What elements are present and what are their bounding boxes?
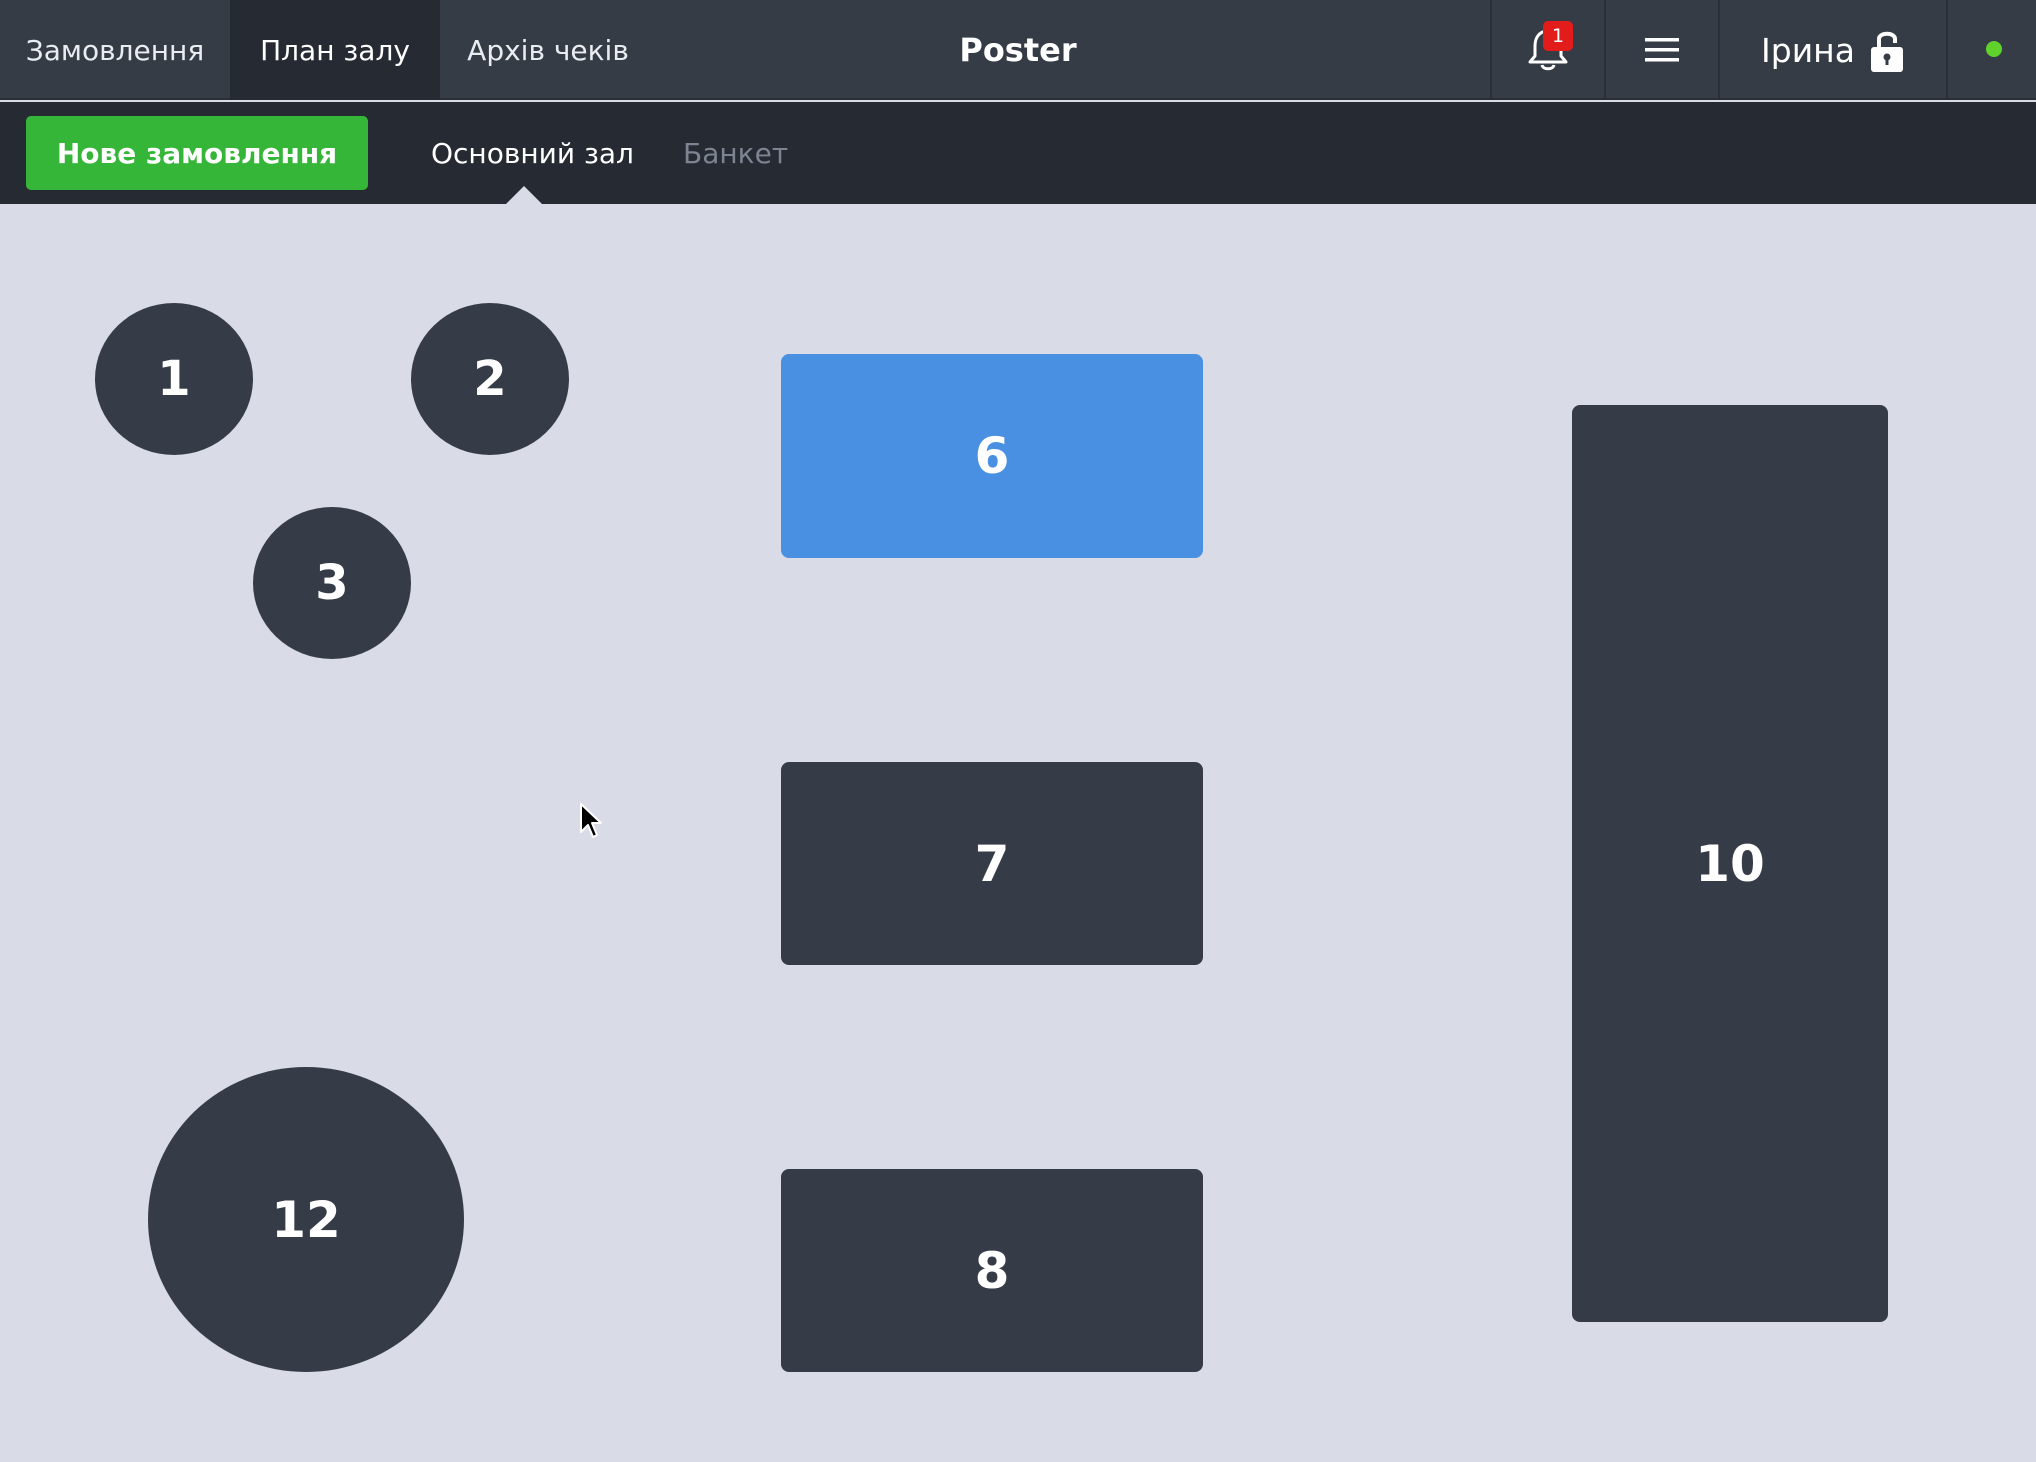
hamburger-menu-icon: [1645, 38, 1679, 62]
table-3[interactable]: 3: [253, 507, 411, 659]
table-10[interactable]: 10: [1572, 405, 1888, 1322]
tab-floor-plan-label: План залу: [260, 33, 410, 67]
mouse-pointer-icon: [580, 803, 602, 838]
table-1[interactable]: 1: [95, 303, 253, 455]
tab-receipts-archive[interactable]: Архів чеків: [440, 0, 656, 100]
hall-toolbar: Нове замовлення Основний зал Банкет: [0, 102, 2036, 204]
unlocked-padlock-icon: [1870, 31, 1903, 72]
table-8[interactable]: 8: [781, 1169, 1203, 1372]
hall-tab-main-label: Основний зал: [431, 136, 634, 170]
tab-orders-label: Замовлення: [25, 33, 205, 67]
table-number: 7: [974, 834, 1010, 893]
table-number: 6: [974, 427, 1010, 485]
online-status-dot: [1986, 41, 2002, 57]
app-title: Poster: [959, 31, 1077, 69]
divider: [1946, 0, 1948, 100]
table-number: 8: [974, 1241, 1010, 1300]
table-number: 1: [157, 351, 191, 407]
notification-count-badge: 1: [1543, 21, 1573, 51]
tab-receipts-archive-label: Архів чеків: [467, 33, 629, 67]
table-number: 12: [271, 1190, 341, 1249]
user-lock-button[interactable]: Ірина: [1720, 0, 1946, 100]
table-number: 3: [315, 555, 349, 611]
user-name: Ірина: [1761, 30, 1855, 70]
table-2[interactable]: 2: [411, 303, 569, 455]
table-6[interactable]: 6: [781, 354, 1203, 558]
tab-orders[interactable]: Замовлення: [0, 0, 230, 100]
table-12[interactable]: 12: [148, 1067, 464, 1372]
menu-button[interactable]: [1606, 0, 1718, 100]
table-number: 10: [1695, 834, 1765, 893]
table-number: 2: [473, 351, 507, 407]
table-7[interactable]: 7: [781, 762, 1203, 965]
top-navigation-bar: Замовлення План залу Архів чеків Poster …: [0, 0, 2036, 100]
hall-tab-banquet[interactable]: Банкет: [683, 102, 788, 204]
new-order-button[interactable]: Нове замовлення: [26, 116, 368, 190]
tab-floor-plan[interactable]: План залу: [230, 0, 440, 100]
active-hall-indicator: [506, 186, 542, 204]
hall-tab-banquet-label: Банкет: [683, 136, 789, 170]
